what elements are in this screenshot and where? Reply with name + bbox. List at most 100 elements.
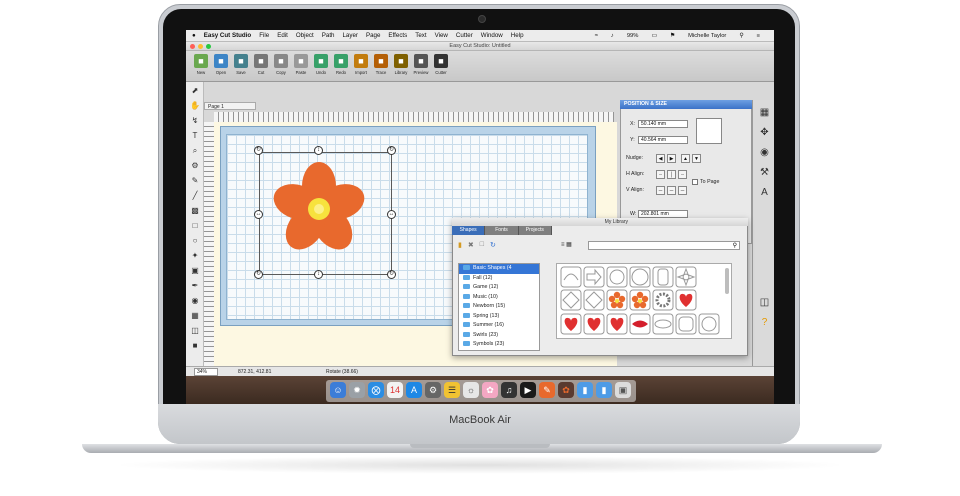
help-icon[interactable]: ? [757,316,772,330]
toolbar-save-button[interactable]: ■ Save [232,51,250,81]
easy-cut-studio-dock-icon[interactable]: ✿ [558,382,574,398]
toolbar-import-button[interactable]: ■ Import [352,51,370,81]
move-arrows-icon[interactable]: ✥ [757,126,772,140]
rotate-corner-bl-icon[interactable]: ↻ [254,270,263,279]
close-window-icon[interactable] [190,44,195,49]
crop-icon[interactable]: ▦ [189,310,201,321]
menu-object[interactable]: Object [296,32,314,39]
eraser-icon[interactable]: ▩ [189,205,201,216]
flag-icon[interactable]: ⚑ [670,33,675,39]
align-center-h-button[interactable]: │ [667,170,676,179]
weld-icon[interactable]: ◉ [189,295,201,306]
delete-icon[interactable]: ✖ [468,241,474,251]
notes-icon[interactable]: ☰ [444,382,460,398]
x-field[interactable]: 50.140 mm [638,120,688,128]
align-panel-icon[interactable]: ▦ [757,106,772,120]
menu-text[interactable]: Text [415,32,426,39]
toolbar-trace-button[interactable]: ■ Trace [372,51,390,81]
launchpad-icon[interactable]: ✹ [349,382,365,398]
rotate-corner-br-icon[interactable]: ↻ [387,270,396,279]
pen-path-icon[interactable]: ✒ [189,280,201,291]
anchor-point-grid[interactable] [696,118,722,144]
new-folder-icon[interactable]: ▮ [458,241,462,251]
shape-grid-scrollbar[interactable] [725,268,729,294]
toolbar-copy-button[interactable]: ■ Copy [272,51,290,81]
minimize-window-icon[interactable] [198,44,203,49]
tab-fonts[interactable]: Fonts [485,226,519,235]
library-search-input[interactable]: ⚲ [588,241,740,250]
menu-edit[interactable]: Edit [277,32,288,39]
menu-page[interactable]: Page [366,32,380,39]
tab-shapes[interactable]: Shapes [452,226,486,235]
resize-handle-bottom-icon[interactable]: ↕ [314,270,323,279]
category-item[interactable]: Game (12) [459,283,539,293]
search-icon[interactable]: ⚲ [739,33,743,39]
photos-icon[interactable]: ✿ [482,382,498,398]
category-item[interactable]: Swirls (23) [459,331,539,341]
layers-small-icon[interactable]: ◫ [189,325,201,336]
ibooks-icon[interactable]: ✎ [539,382,555,398]
shape-ellipse-cell[interactable] [652,313,674,335]
shape-circle-cell[interactable] [629,266,651,288]
view-mode-toggle[interactable]: ≡ ▦ [561,241,572,248]
rotate-corner-tr-icon[interactable]: ↻ [387,146,396,155]
text-tool-icon[interactable]: T [189,130,201,141]
menu-path[interactable]: Path [322,32,335,39]
resize-handle-left-icon[interactable]: ↔ [254,210,263,219]
color-swatch-icon[interactable]: ■ [189,340,201,351]
category-item[interactable]: Music (10) [459,293,539,303]
menu-view[interactable]: View [435,32,448,39]
nudge-up-button[interactable]: ▲ [681,154,690,163]
app-store-icon[interactable]: A [406,382,422,398]
toolbar-preview-button[interactable]: ■ Preview [412,51,430,81]
contacts-icon[interactable]: ☼ [463,382,479,398]
import-icon[interactable]: □ [480,241,484,251]
rectangle-tool-icon[interactable]: □ [189,220,201,231]
menu-file[interactable]: File [259,32,269,39]
category-item[interactable]: Symbols (23) [459,340,539,350]
toolbar-undo-button[interactable]: ■ Undo [312,51,330,81]
palette-icon[interactable]: ◉ [757,146,772,160]
pan-hand-icon[interactable]: ✋ [189,100,201,111]
volume-icon[interactable]: ♪ [611,33,614,39]
category-item[interactable]: Newborn (15) [459,302,539,312]
tab-page-1[interactable]: Page 1 [204,102,256,110]
shape-curve-cell[interactable] [560,266,582,288]
refresh-icon[interactable]: ↻ [490,241,496,251]
menu-effects[interactable]: Effects [388,32,407,39]
text-size-icon[interactable]: A [757,186,772,200]
y-field[interactable]: 40.564 mm [638,136,688,144]
shape-tool-icon[interactable]: ▣ [189,265,201,276]
rotate-corner-tl-icon[interactable]: ↻ [254,146,263,155]
align-top-button[interactable]: ─ [656,186,665,195]
user-name[interactable]: Michelle Taylor [688,33,726,39]
fill-bucket-icon[interactable]: ⚙ [189,160,201,171]
category-item[interactable]: Spring (13) [459,312,539,322]
menu-window[interactable]: Window [481,32,503,39]
shape-diamond-cell[interactable] [560,289,582,311]
align-bottom-button[interactable]: ─ [678,186,687,195]
selection-box[interactable] [259,152,392,275]
zoom-field[interactable]: 34% [194,368,218,376]
layers-icon[interactable]: ◫ [757,296,772,310]
toolbar-cutter-button[interactable]: ■ Cutter [432,51,450,81]
zoom-window-icon[interactable] [206,44,211,49]
app-name-menu[interactable]: Easy Cut Studio [204,32,251,39]
align-middle-v-button[interactable]: ─ [667,186,676,195]
toolbar-library-button[interactable]: ■ Library [392,51,410,81]
battery-percent[interactable]: 99% [627,33,639,39]
toolbar-new-button[interactable]: ■ New [192,51,210,81]
toolbar-redo-button[interactable]: ■ Redo [332,51,350,81]
shape-diamond2-cell[interactable] [583,289,605,311]
nudge-right-button[interactable]: ▶ [667,154,676,163]
toolbar-paste-button[interactable]: ■ Paste [292,51,310,81]
toolbar-cut-button[interactable]: ■ Cut [252,51,270,81]
resize-handle-right-icon[interactable]: ↔ [387,210,396,219]
tab-projects[interactable]: Projects [518,226,552,235]
to-page-checkbox[interactable] [692,179,698,185]
wifi-icon[interactable]: ≈ [595,33,598,39]
finder-icon[interactable]: ☺ [330,382,346,398]
knife-icon[interactable]: ╱ [189,190,201,201]
w-field[interactable]: 202.801 mm [638,210,688,218]
pencil-icon[interactable]: ✎ [189,175,201,186]
